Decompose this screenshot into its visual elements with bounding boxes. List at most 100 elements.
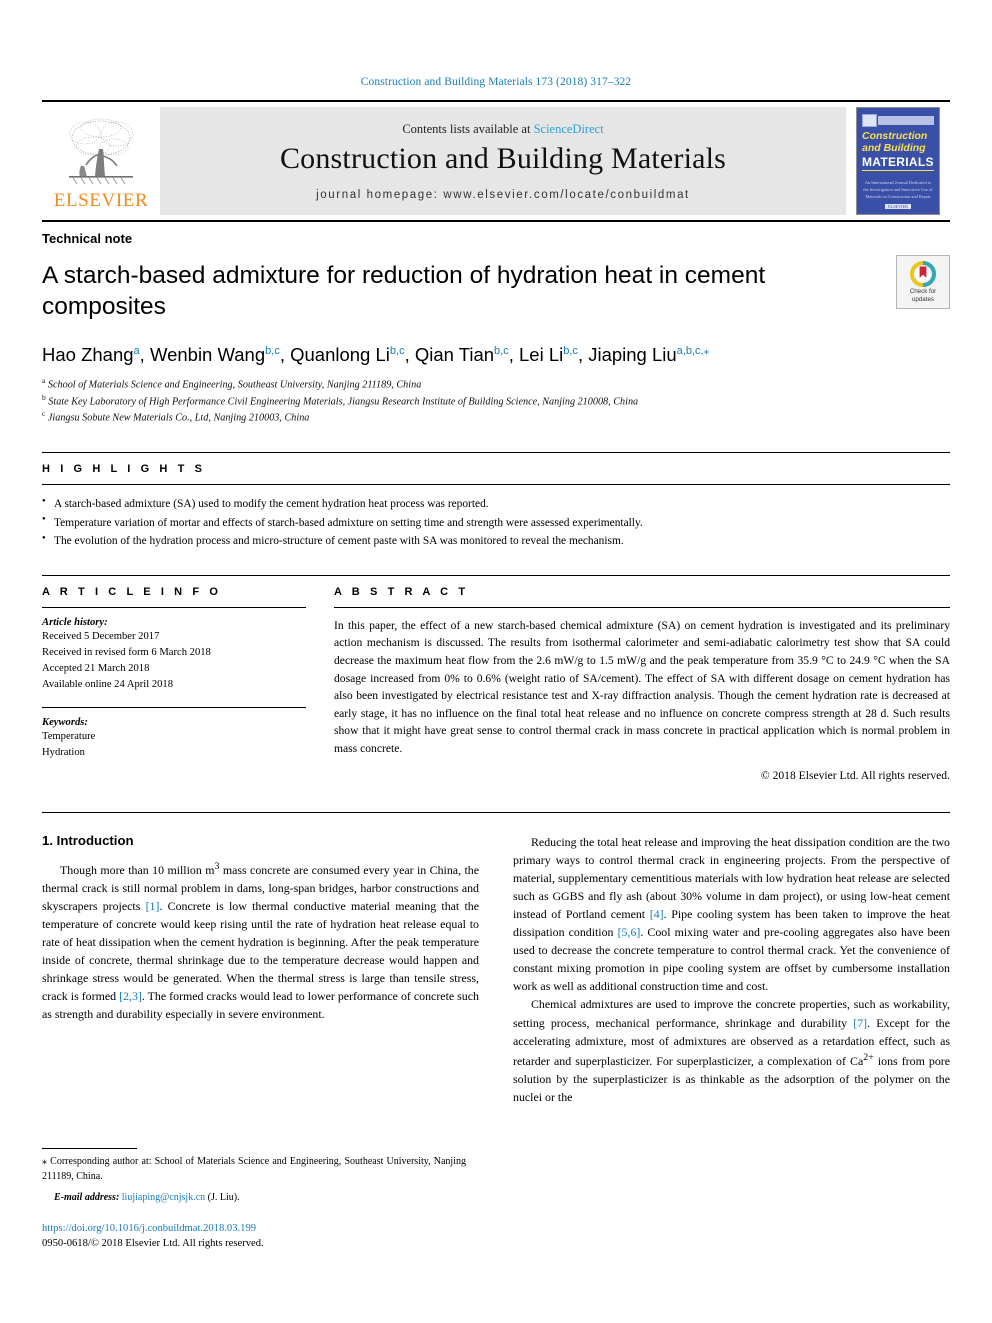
cover-footer: ELSEVIER [857, 202, 939, 209]
article-history-item: Received in revised form 6 March 2018 [42, 646, 211, 658]
paragraph: Chemical admixtures are used to improve … [513, 997, 951, 1104]
affiliation-text: State Key Laboratory of High Performance… [48, 395, 639, 407]
citation-link[interactable]: [7] [853, 1016, 867, 1030]
article-history-label: Article history: [42, 616, 108, 628]
abstract-copyright: © 2018 Elsevier Ltd. All rights reserved… [760, 768, 950, 782]
elsevier-wordmark: ELSEVIER [53, 190, 149, 211]
crossmark-icon [910, 260, 936, 287]
footnote-block: ⁎ Corresponding author at: School of Mat… [42, 1148, 466, 1203]
abstract-divider [334, 606, 950, 608]
citation-link[interactable]: [1] [146, 899, 160, 913]
highlights-divider [42, 484, 950, 486]
author-affiliation-marker: b,c [265, 344, 280, 357]
keywords-label: Keywords: [42, 717, 88, 729]
crossmark-badge[interactable]: Check for updates [896, 255, 950, 309]
author-affiliation-marker: b,c [389, 344, 405, 357]
contents-available-line: Contents lists available at ScienceDirec… [402, 122, 603, 137]
email-note: E-mail address: liujiaping@cnjsjk.cn (J.… [42, 1192, 466, 1203]
email-link[interactable]: liujiaping@cnjsjk.cn [122, 1192, 205, 1203]
keyword-item: Temperature [42, 731, 96, 743]
page-title: A starch-based admixture for reduction o… [42, 262, 766, 321]
author-entry[interactable]: Qian Tianb,c [415, 344, 509, 365]
corresponding-author-marker: ⁎ [703, 344, 710, 357]
highlights-section: H I G H L I G H T S A starch-based admix… [42, 452, 950, 550]
elsevier-logo: ELSEVIER [42, 102, 160, 220]
article-header: Technical note A starch-based admixture … [42, 220, 950, 426]
journal-masthead: ELSEVIER Contents lists available at Sci… [42, 100, 950, 220]
journal-title: Construction and Building Materials [279, 141, 727, 175]
footnote-rule [42, 1148, 137, 1149]
cover-title-line3: MATERIALS [862, 155, 934, 172]
abstract-label: A B S T R A C T [334, 585, 469, 598]
imprint-block: https://doi.org/10.1016/j.conbuildmat.20… [42, 1222, 502, 1252]
author-affiliation-marker: b,c [563, 344, 578, 357]
affiliation-item: c Jiangsu Sobute New Materials Co., Ltd,… [42, 409, 950, 426]
email-owner: (J. Liu). [207, 1191, 240, 1203]
paper-page: Construction and Building Materials 173 … [0, 0, 992, 1323]
sciencedirect-link[interactable]: ScienceDirect [534, 122, 604, 136]
corresponding-author-note: ⁎ Corresponding author at: School of Mat… [42, 1156, 466, 1182]
affiliation-item: b State Key Laboratory of High Performan… [42, 393, 950, 410]
journal-cover-thumbnail: Construction and Building MATERIALS An I… [856, 107, 940, 215]
author-entry[interactable]: Jiaping Liua,b,c,⁎ [588, 344, 709, 365]
affiliation-list: a School of Materials Science and Engine… [42, 376, 950, 427]
affiliation-marker: c [42, 409, 46, 419]
running-head: Construction and Building Materials 173 … [360, 76, 632, 88]
elsevier-tree-icon [69, 118, 134, 185]
article-info-divider [42, 606, 306, 608]
list-item: A starch-based admixture (SA) used to mo… [42, 495, 950, 513]
author-entry[interactable]: Lei Lib,c [519, 344, 578, 365]
author-entry[interactable]: Wenbin Wangb,c [150, 344, 280, 365]
highlights-list: A starch-based admixture (SA) used to mo… [42, 495, 950, 550]
email-label: E-mail address: [54, 1191, 120, 1203]
affiliation-marker: b [42, 392, 46, 402]
affiliation-text: School of Materials Science and Engineer… [47, 379, 422, 391]
highlights-label: H I G H L I G H T S [42, 463, 206, 476]
article-history-item: Accepted 21 March 2018 [42, 662, 150, 674]
article-info-label: A R T I C L E I N F O [42, 585, 222, 598]
affiliation-text: Jiangsu Sobute New Materials Co., Ltd, N… [47, 412, 310, 424]
author-affiliation-marker: a,b,c, [676, 344, 704, 357]
info-abstract-section: A R T I C L E I N F O Article history: R… [42, 574, 950, 782]
author-entry[interactable]: Hao Zhanga [42, 344, 140, 365]
affiliation-marker: a [42, 375, 46, 385]
affiliation-item: a School of Materials Science and Engine… [42, 376, 950, 393]
cover-footer-label: ELSEVIER [885, 204, 911, 209]
journal-homepage-link[interactable]: journal homepage: www.elsevier.com/locat… [316, 189, 690, 201]
citation-link[interactable]: [5,6] [618, 925, 641, 939]
section-heading-introduction: 1. Introduction [42, 832, 134, 848]
abstract-column: A B S T R A C T In this paper, the effec… [334, 586, 950, 782]
body-column-left: 1. Introduction Though more than 10 mill… [42, 833, 479, 1106]
keyword-item: Hydration [42, 747, 85, 759]
body-column-right: Reducing the total heat release and impr… [513, 833, 950, 1106]
keywords-divider [42, 707, 306, 709]
author-affiliation-marker: b,c [494, 344, 509, 357]
article-info-column: A R T I C L E I N F O Article history: R… [42, 586, 334, 782]
superscript: 2+ [863, 1051, 874, 1063]
citation-link[interactable]: [4] [650, 907, 664, 921]
article-type-label: Technical note [42, 231, 133, 246]
contents-prefix: Contents lists available at [402, 121, 534, 136]
article-history-item: Received 5 December 2017 [42, 630, 160, 642]
cover-title-line1: Construction [862, 130, 928, 142]
cover-topbar [878, 116, 934, 125]
cover-badge-icon [862, 114, 877, 127]
cover-subtitle: An International Journal Dedicated to th… [863, 180, 933, 200]
author-entry[interactable]: Quanlong Lib,c [290, 344, 404, 365]
author-list: Hao Zhanga, Wenbin Wangb,c, Quanlong Lib… [42, 343, 710, 365]
superscript: 3 [214, 860, 220, 872]
issn-copyright: 0950-0618/© 2018 Elsevier Ltd. All right… [42, 1237, 264, 1249]
journal-cover-container: Construction and Building MATERIALS An I… [846, 102, 950, 220]
crossmark-caption: Check for updates [910, 288, 936, 304]
citation-link[interactable]: [2,3] [119, 989, 142, 1003]
abstract-text: In this paper, the effect of a new starc… [334, 618, 950, 755]
doi-link[interactable]: https://doi.org/10.1016/j.conbuildmat.20… [42, 1222, 502, 1237]
paragraph: Reducing the total heat release and impr… [513, 834, 951, 994]
list-item: The evolution of the hydration process a… [42, 532, 950, 550]
author-affiliation-marker: a [133, 344, 140, 357]
crossmark-caption-line2: updates [911, 295, 934, 303]
paragraph: Though more than 10 million m3 mass conc… [42, 860, 479, 1022]
article-history-item: Available online 24 April 2018 [42, 679, 174, 690]
masthead-banner: Contents lists available at ScienceDirec… [160, 107, 846, 215]
crossmark-caption-line1: Check for [909, 287, 937, 295]
